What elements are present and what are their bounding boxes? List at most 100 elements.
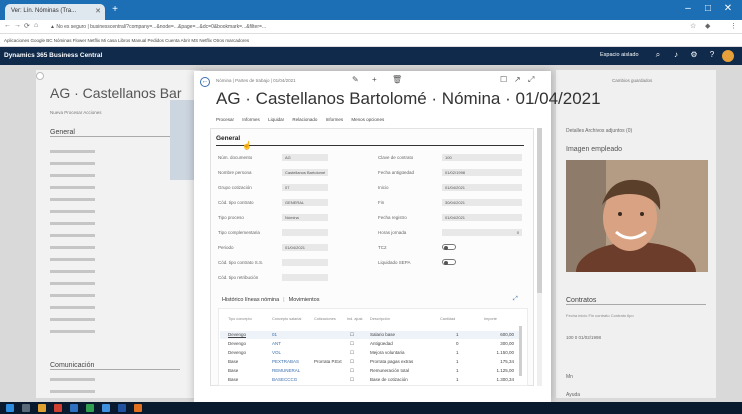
forward-arrow-icon[interactable]: →	[14, 22, 21, 29]
action-relacionado[interactable]: Relacionado	[292, 117, 317, 122]
close-icon[interactable]: ✕	[95, 7, 101, 15]
action-procesar[interactable]: Procesar	[216, 117, 234, 122]
delete-icon[interactable]: 🗑	[392, 75, 402, 84]
cell-tipo[interactable]: Devengo	[228, 350, 246, 355]
table-row[interactable]: Base BASECCCG ☐ Base de cotización 1 1.3…	[220, 376, 520, 384]
home-icon[interactable]: ⌂	[34, 22, 38, 29]
tc2-toggle[interactable]	[442, 244, 456, 250]
extensions-icon[interactable]: ◆	[705, 22, 710, 30]
column-header[interactable]: Cotizaciones	[314, 317, 336, 321]
action-menos-opciones[interactable]: Menos opciones	[351, 117, 384, 122]
cell-checkbox[interactable]: ☐	[350, 359, 354, 365]
column-header[interactable]: Tipo concepto	[228, 317, 252, 321]
cell-tipo[interactable]: Base	[228, 368, 238, 373]
edit-icon[interactable]: ✎	[352, 75, 359, 84]
field-value[interactable]: 100	[442, 154, 522, 161]
share-icon[interactable]: ↗	[514, 75, 521, 84]
column-header[interactable]: Ind. ajust.	[347, 317, 363, 321]
bell-icon[interactable]: ♪	[670, 50, 682, 59]
field-value[interactable]: 0	[442, 229, 522, 236]
tab-historico-lineas[interactable]: Histórico líneas nómina	[222, 297, 279, 303]
app-icon[interactable]	[54, 404, 62, 412]
fasttab-general-label[interactable]: General	[216, 135, 240, 142]
table-row[interactable]: Devengo 01 ☐ Salario base 1 600,00	[220, 331, 520, 339]
cell-concepto[interactable]: REMUNERAL	[272, 368, 300, 373]
table-row[interactable]: Devengo VOL ☐ Mejora voluntaria 1 1.150,…	[220, 349, 520, 357]
scrollbar[interactable]	[537, 128, 542, 386]
table-row[interactable]: Base REMUNERAL ☐ Remuneración total 1 1.…	[220, 367, 520, 375]
field-value[interactable]	[282, 259, 328, 266]
cell-concepto[interactable]: 01	[272, 332, 277, 337]
cell-concepto[interactable]: PEXTRABAS	[272, 359, 299, 364]
cell-checkbox[interactable]: ☐	[350, 341, 354, 347]
column-header[interactable]: Importe	[484, 317, 497, 321]
expand-lines-icon[interactable]: ⤢	[513, 296, 518, 303]
cell-concepto[interactable]: VOL	[272, 350, 281, 355]
app-icon[interactable]	[70, 404, 78, 412]
url-input[interactable]: ▲ No es seguro | businesscentral/?compan…	[50, 22, 670, 32]
column-header[interactable]: Concepto salarial	[272, 317, 301, 321]
field-value[interactable]: 07	[282, 184, 328, 191]
bookmarks-bar[interactable]: Aplicaciones Google BC Nóminas Flower Ne…	[0, 34, 742, 47]
browser-tab[interactable]: Ver: Lín. Nóminas (Tra... ✕	[5, 4, 105, 20]
field-value[interactable]: 01/04/2021	[282, 244, 328, 251]
app-icon[interactable]	[86, 404, 94, 412]
cell-tipo[interactable]: Base	[228, 359, 238, 364]
reload-icon[interactable]: ⟳	[24, 22, 30, 30]
action-informes-2[interactable]: Informes	[326, 117, 344, 122]
field-value[interactable]	[282, 229, 328, 236]
menu-icon[interactable]: ⋮	[730, 22, 737, 30]
help-icon[interactable]: ?	[706, 50, 718, 59]
field-value[interactable]: 01/04/2021	[442, 184, 522, 191]
factbox-tabs[interactable]: Detalles Archivos adjuntos (0)	[566, 128, 632, 134]
field-value[interactable]: 30/04/2021	[442, 199, 522, 206]
column-header[interactable]: Descripción	[370, 317, 390, 321]
start-icon[interactable]	[6, 404, 14, 412]
new-tab-icon[interactable]: +	[110, 5, 120, 15]
field-value[interactable]: 01/04/2021	[442, 214, 522, 221]
cell-tipo[interactable]: Devengo	[228, 341, 246, 346]
lines-scrollbar[interactable]	[519, 326, 522, 376]
field-value[interactable]	[282, 274, 328, 281]
cell-checkbox[interactable]: ☐	[350, 368, 354, 374]
gear-icon[interactable]: ⚙	[688, 50, 700, 59]
column-header[interactable]: Cantidad	[440, 317, 455, 321]
bookmark-icon[interactable]: ☐	[500, 75, 507, 84]
search-icon[interactable]: ⌕	[652, 50, 664, 60]
search-task-icon[interactable]	[22, 404, 30, 412]
app-icon[interactable]	[134, 404, 142, 412]
field-value[interactable]: AG	[282, 154, 328, 161]
browser-task-icon[interactable]	[102, 404, 110, 412]
add-icon[interactable]: +	[372, 75, 377, 84]
star-icon[interactable]: ☆	[690, 22, 696, 30]
tab-movimientos[interactable]: Movimientos	[289, 297, 320, 303]
close-window-icon[interactable]: ✕	[718, 3, 738, 14]
cell-checkbox[interactable]: ☐	[350, 350, 354, 356]
cell-tipo[interactable]: Devengo	[228, 332, 246, 337]
cell-checkbox[interactable]: ☐	[350, 377, 354, 383]
bc-brand[interactable]: Dynamics 365 Business Central	[4, 52, 102, 59]
cell-concepto[interactable]: ANT	[272, 341, 281, 346]
maximize-icon[interactable]: □	[698, 3, 718, 14]
app-icon[interactable]	[118, 404, 126, 412]
back-icon[interactable]: ←	[200, 77, 210, 87]
factbox-contracts-values[interactable]: 100 0 01/02/1998	[566, 335, 601, 340]
cell-checkbox[interactable]: ☐	[350, 332, 354, 338]
sepa-toggle[interactable]	[442, 259, 456, 265]
field-value[interactable]: GENERAL	[282, 199, 328, 206]
table-row[interactable]: Devengo ANT ☐ Antigüedad 0 300,00	[220, 340, 520, 348]
breadcrumb[interactable]: Nómina | Partes de trabajo | 01/04/2021	[216, 78, 296, 83]
minimize-icon[interactable]: –	[678, 3, 698, 14]
field-value[interactable]: 01/02/1998	[442, 169, 522, 176]
field-value[interactable]: Nómina	[282, 214, 328, 221]
expand-icon[interactable]: ⤢	[528, 75, 534, 85]
explorer-icon[interactable]	[38, 404, 46, 412]
scrollbar-thumb[interactable]	[537, 128, 542, 293]
back-arrow-icon[interactable]: ←	[4, 22, 11, 29]
action-informes[interactable]: Informes	[242, 117, 260, 122]
action-liquidar[interactable]: Liquidar	[268, 117, 284, 122]
cell-tipo[interactable]: Base	[228, 377, 238, 382]
cell-concepto[interactable]: BASECCCG	[272, 377, 297, 382]
table-row[interactable]: Base PEXTRABAS Prorrata P.Ext ☐ Prorrata…	[220, 358, 520, 366]
field-value[interactable]: Castellanos Bartolomé	[282, 169, 328, 176]
